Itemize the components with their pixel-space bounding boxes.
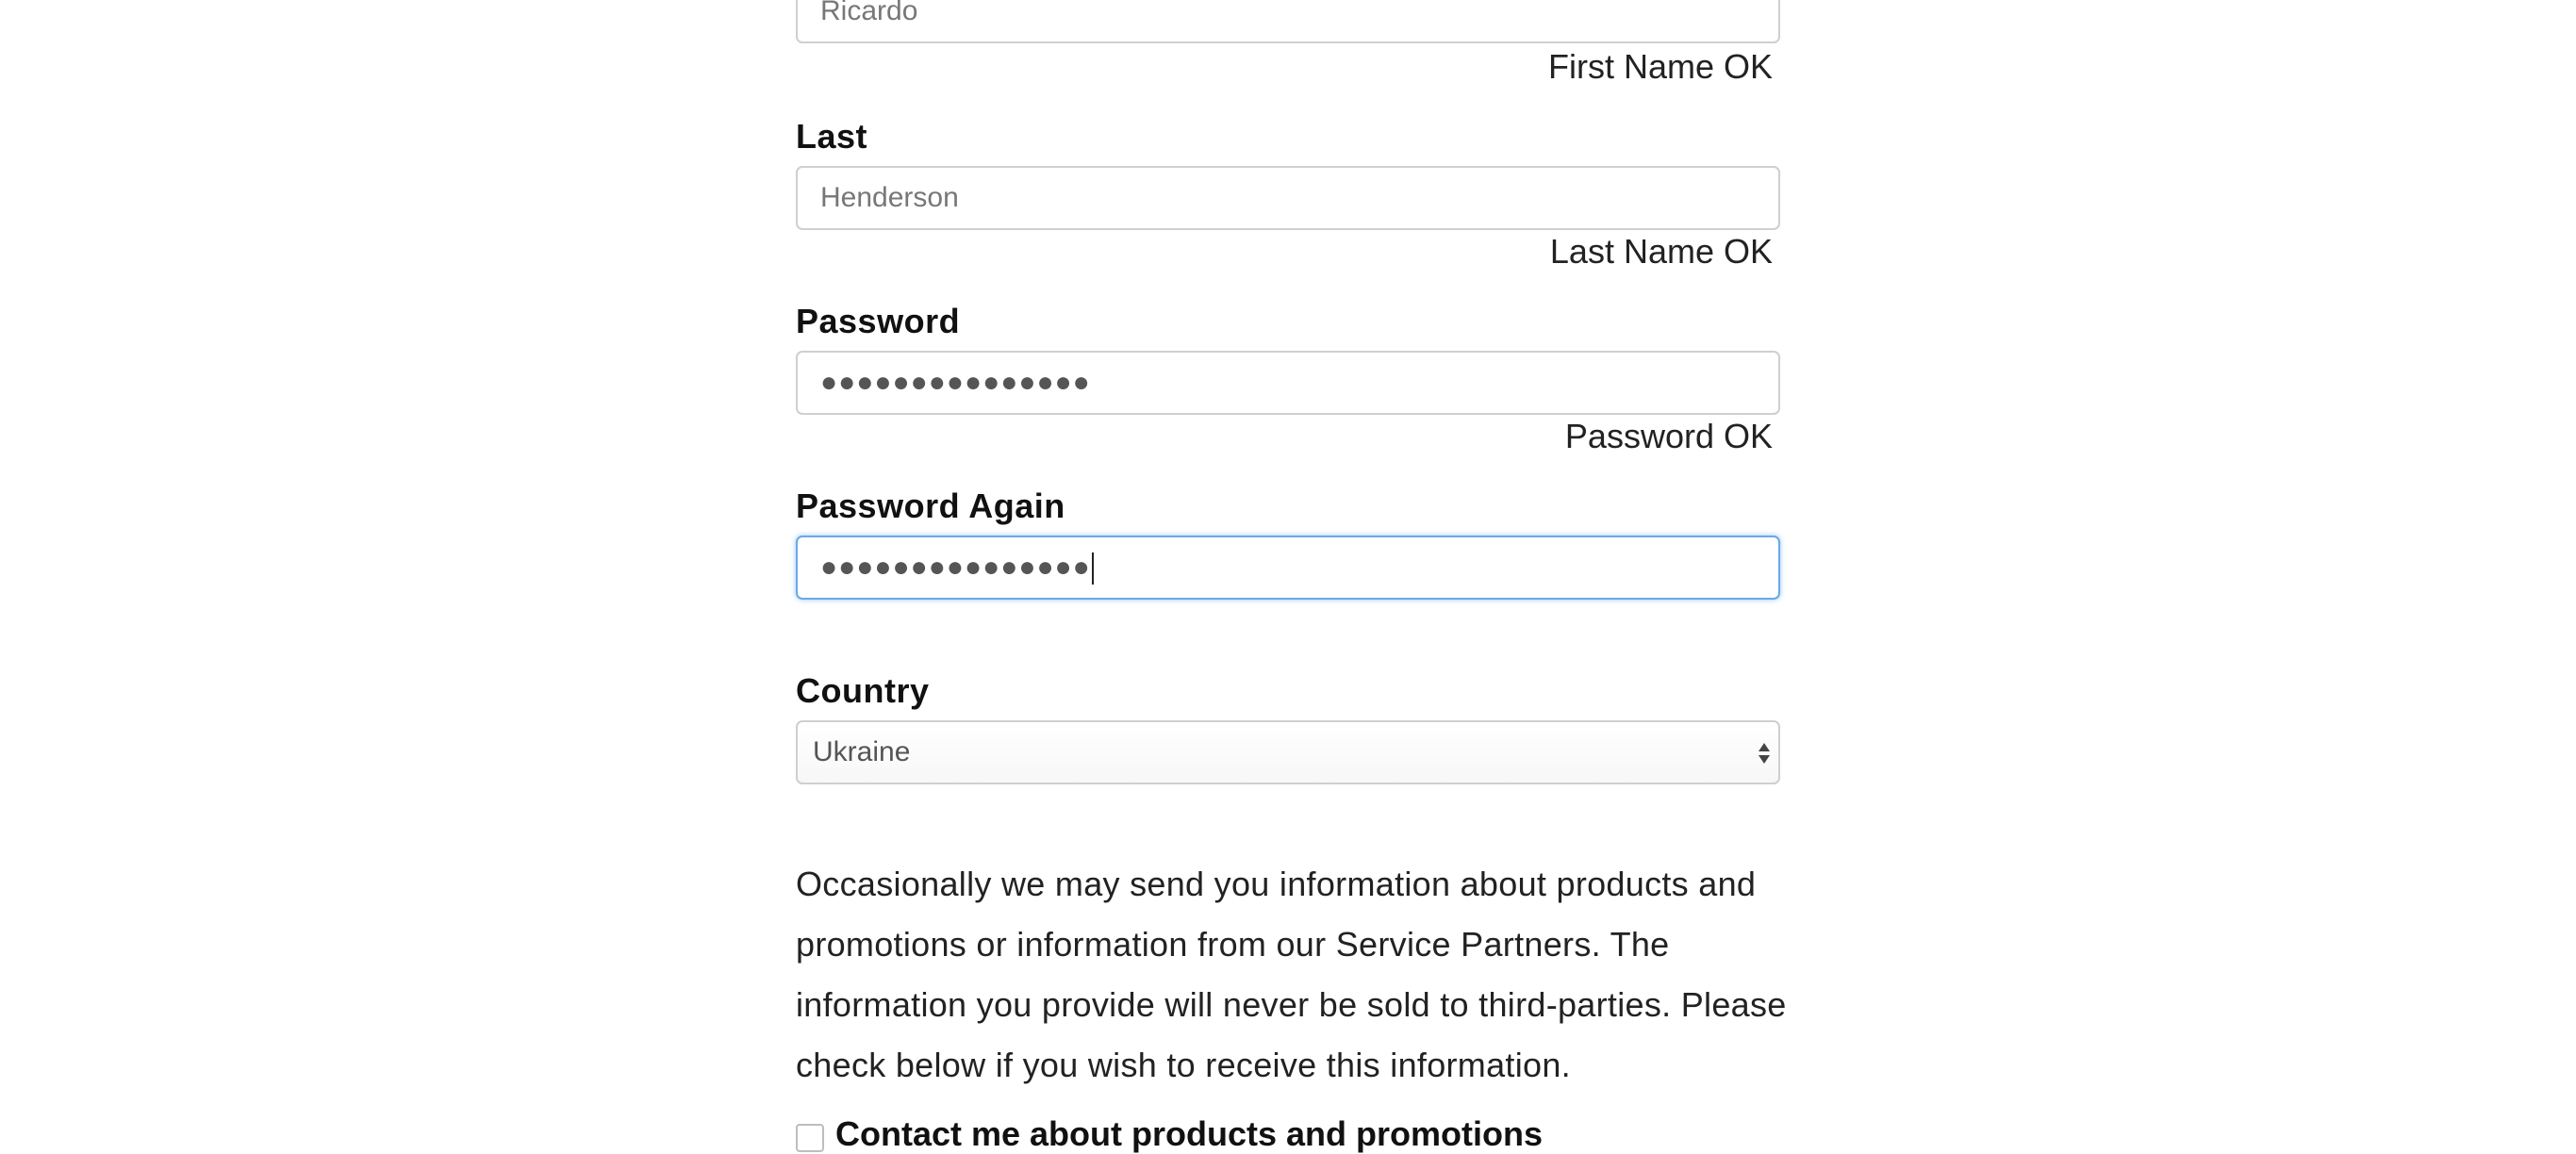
password-label: Password (796, 302, 961, 340)
first-name-input[interactable]: Ricardo (796, 0, 1780, 43)
first-name-status: First Name OK (1547, 47, 1773, 86)
password-status: Password OK (1564, 417, 1773, 455)
password-again-value: ●●●●●●●●●●●●●●● (820, 552, 1091, 583)
password-again-label: Password Again (796, 486, 1065, 525)
country-selected-value: Ukraine (813, 736, 911, 767)
contact-checkbox[interactable] (796, 1124, 824, 1152)
contact-checkbox-label[interactable]: Contact me about products and promotions (835, 1114, 1543, 1154)
country-label: Country (796, 671, 930, 710)
password-input[interactable]: ●●●●●●●●●●●●●●● (796, 351, 1780, 415)
last-name-status: Last Name OK (1549, 232, 1773, 271)
password-again-input[interactable]: ●●●●●●●●●●●●●●● (796, 536, 1780, 600)
last-name-input[interactable]: Henderson (796, 166, 1780, 230)
select-arrows-icon (1759, 743, 1770, 764)
text-caret (1091, 552, 1094, 585)
last-name-label: Last (796, 117, 868, 156)
country-select[interactable]: Ukraine (796, 720, 1780, 784)
marketing-info-text: Occasionally we may send you information… (796, 865, 1787, 1084)
